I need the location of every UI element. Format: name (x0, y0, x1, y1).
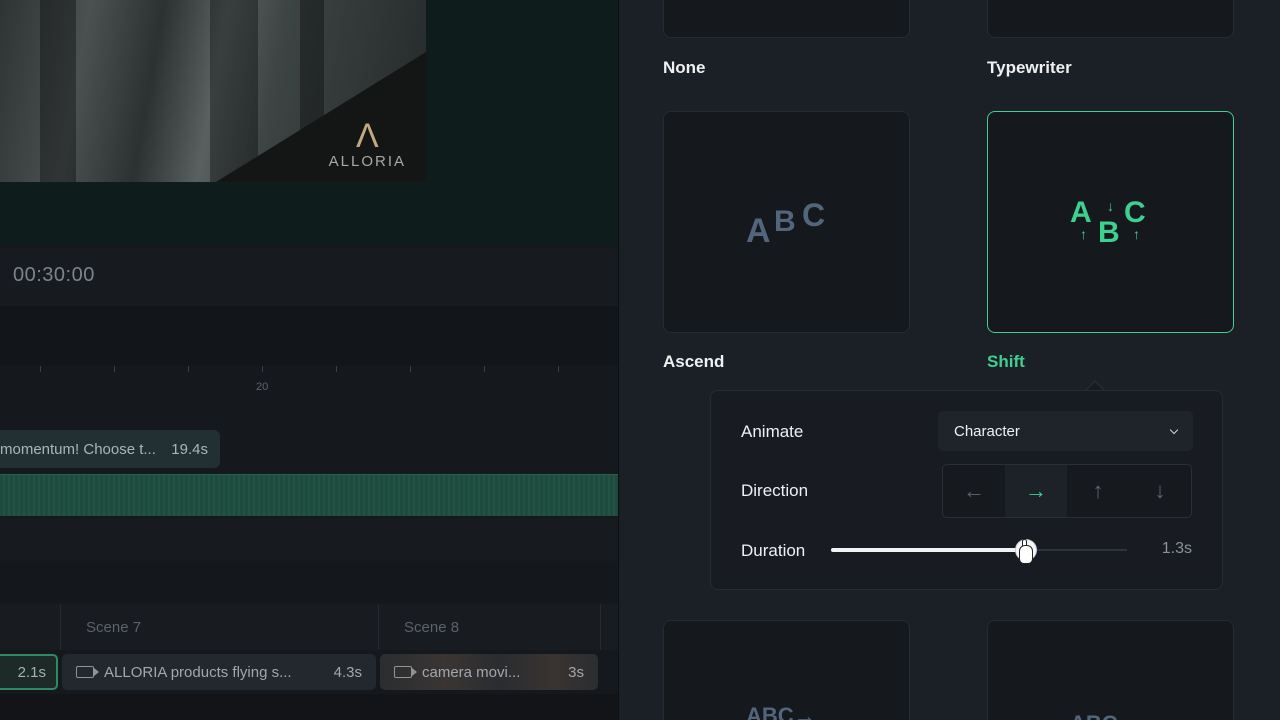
cursor-hand (1019, 545, 1033, 564)
arrow-up-icon: ↑ (1092, 478, 1104, 503)
editor-area: Ʌ ALLORIA 00:30:00 20 momentum! Choose t… (0, 0, 618, 720)
arrow-down-icon: ↓ (1154, 478, 1166, 503)
ruler-tick (410, 366, 411, 372)
ruler-tick (114, 366, 115, 372)
timeline-footer (0, 694, 618, 720)
clip-selected[interactable]: 2.1s (0, 654, 58, 690)
timecode-bar: 00:30:00 (0, 248, 618, 306)
brand-logo-text: ALLORIA (328, 153, 406, 170)
scene-divider (60, 604, 61, 650)
animation-card-ascend[interactable]: A B C (663, 111, 910, 333)
arrow-left-icon: ← (963, 478, 985, 503)
empty-track (0, 562, 618, 602)
duration-slider-fill (831, 548, 1027, 552)
ruler-tick (336, 366, 337, 372)
video-shape (40, 0, 76, 182)
preview-letter: C (1124, 196, 1146, 229)
duration-slider[interactable] (831, 540, 1127, 560)
direction-up-button[interactable]: ↑ (1067, 465, 1129, 517)
timecode-display: 00:30:00 (13, 264, 95, 286)
caption-clip[interactable]: momentum! Choose t... 19.4s (0, 430, 220, 468)
scene-header-row: Scene 7 Scene 8 (0, 604, 618, 650)
brand-logo-mark-icon: Ʌ (355, 117, 379, 155)
ruler-tick (484, 366, 485, 372)
caption-clip-duration: 19.4s (171, 440, 208, 458)
preview-letter: A (746, 212, 771, 250)
direction-left-button[interactable]: ← (943, 465, 1005, 517)
arrow-up-icon: ↑ (1133, 226, 1140, 242)
ruler-tick (188, 366, 189, 372)
clip-title: camera movi... (422, 663, 521, 681)
animation-label: Typewriter (987, 58, 1072, 77)
animate-select-value: Character (954, 422, 1020, 440)
app-root: Ʌ ALLORIA 00:30:00 20 momentum! Choose t… (0, 0, 1280, 720)
animation-card-typewriter[interactable] (987, 0, 1234, 38)
scene-divider (378, 604, 379, 650)
clip-duration: 3s (568, 663, 584, 681)
ruler-tick (40, 366, 41, 372)
animate-select[interactable]: Character (938, 411, 1193, 451)
preview-letter: A (1070, 196, 1092, 229)
arrow-down-icon: ↓ (1107, 198, 1114, 214)
duration-label: Duration (741, 541, 806, 560)
scene-label: Scene 7 (86, 619, 142, 636)
video-camera-icon (76, 666, 99, 678)
animation-card[interactable]: ABC→ (663, 620, 910, 720)
animation-settings-popover: Animate Character Direction ← → ↑ ↓ Dura… (710, 390, 1223, 590)
arrow-right-icon: → (1025, 478, 1047, 503)
timeline-spacer (0, 306, 618, 366)
animation-panel: None Typewriter A B C Ascend A B C ↑ ↓ ↑… (619, 0, 1280, 720)
animate-label: Animate (741, 422, 804, 441)
ruler-tick (558, 366, 559, 372)
preview-letter: B (774, 205, 796, 238)
animation-card-none[interactable] (663, 0, 910, 38)
clip-scene-8[interactable]: camera movi... 3s (380, 654, 598, 690)
direction-right-button[interactable]: → (1005, 465, 1067, 517)
brand-logo: Ʌ ALLORIA (329, 119, 406, 170)
animation-label: None (663, 58, 706, 77)
preview-letter: C (802, 197, 826, 233)
duration-value: 1.3s (1161, 540, 1192, 557)
arrow-up-icon: ↑ (1080, 226, 1087, 242)
chevron-down-icon (1169, 425, 1179, 434)
clip-duration: 2.1s (17, 663, 46, 681)
audio-waveform-track[interactable] (0, 474, 618, 516)
animation-card-shift[interactable]: A B C ↑ ↓ ↑ (987, 111, 1234, 333)
video-preview[interactable]: Ʌ ALLORIA (0, 0, 426, 182)
animation-label: Ascend (663, 352, 725, 371)
ruler-tick (262, 366, 263, 372)
caption-clip-text: momentum! Choose t... (0, 440, 156, 458)
clip-duration: 4.3s (333, 663, 362, 681)
animation-card[interactable]: ABC (987, 620, 1234, 720)
scene-label: Scene 8 (404, 619, 460, 636)
preview-text: ABC→ (746, 703, 816, 720)
animation-label-selected: Shift (987, 352, 1025, 371)
preview-letter: B (1098, 216, 1120, 249)
clip-title: ALLORIA products flying s... (104, 663, 292, 681)
direction-segmented-control: ← → ↑ ↓ (942, 464, 1192, 518)
direction-down-button[interactable]: ↓ (1129, 465, 1191, 517)
empty-track (0, 518, 618, 560)
scene-divider (600, 604, 601, 650)
video-camera-icon (394, 666, 417, 678)
direction-label: Direction (741, 481, 809, 500)
preview-text: ABC (1070, 711, 1118, 720)
timeline-ruler[interactable]: 20 (0, 366, 618, 406)
ruler-label: 20 (256, 381, 269, 393)
clip-scene-7[interactable]: ALLORIA products flying s... 4.3s (62, 654, 376, 690)
